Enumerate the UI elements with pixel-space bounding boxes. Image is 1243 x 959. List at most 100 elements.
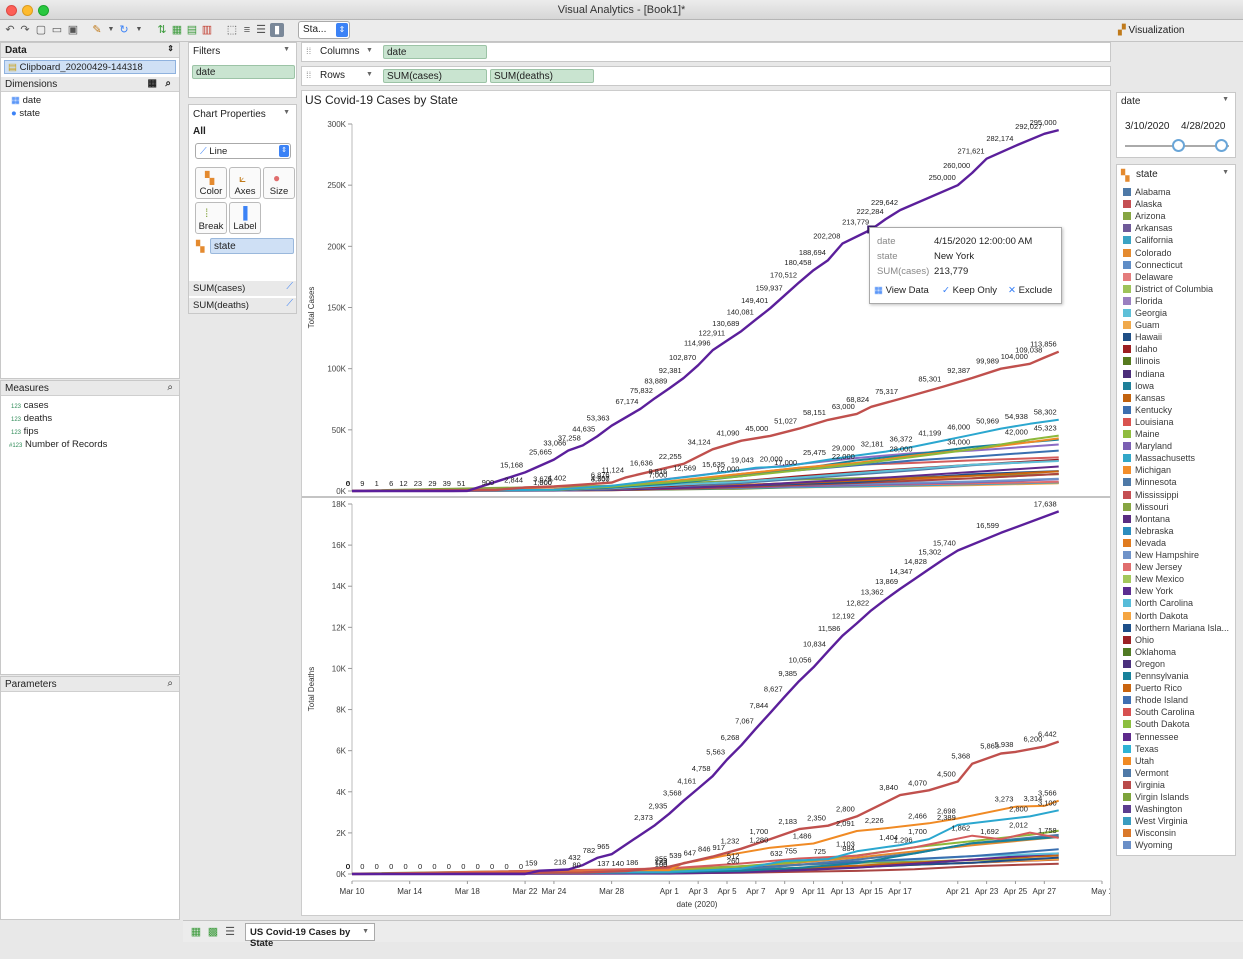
measure-item-number-of-records[interactable]: #123 Number of Records bbox=[9, 439, 107, 450]
chevron-down-icon[interactable]: ▼ bbox=[1222, 96, 1229, 103]
legend-item[interactable]: Minnesota bbox=[1123, 477, 1177, 489]
chevron-down-icon[interactable]: ▼ bbox=[1222, 169, 1229, 176]
legend-item[interactable]: Georgia bbox=[1123, 308, 1167, 320]
break-button[interactable]: ⁞ Break bbox=[195, 202, 227, 234]
grid-icon[interactable]: ▤ bbox=[185, 23, 199, 37]
rows-pill-deaths[interactable]: SUM(deaths) bbox=[490, 69, 594, 83]
new-dashboard-icon[interactable]: ▩ bbox=[206, 925, 220, 939]
legend-item[interactable]: Massachusetts bbox=[1123, 453, 1195, 465]
legend-item[interactable]: Hawaii bbox=[1123, 332, 1162, 344]
legend-item[interactable]: Nevada bbox=[1123, 538, 1166, 550]
legend-item[interactable]: Maine bbox=[1123, 429, 1160, 441]
data-source-item[interactable]: ▤ Clipboard_20200429-144318 bbox=[4, 60, 176, 74]
sheet-tab[interactable]: US Covid-19 Cases by State ▼ bbox=[245, 923, 375, 949]
chart-properties-scope[interactable]: All bbox=[193, 126, 206, 137]
measure-item-deaths[interactable]: 123 deaths bbox=[11, 413, 52, 424]
legend-item[interactable]: Illinois bbox=[1123, 356, 1160, 368]
legend-item[interactable]: Florida bbox=[1123, 296, 1163, 308]
state-color-pill[interactable]: state bbox=[210, 238, 294, 254]
legend-item[interactable]: Pennsylvania bbox=[1123, 671, 1189, 683]
legend-item[interactable]: Alaska bbox=[1123, 199, 1162, 211]
legend-item[interactable]: Vermont bbox=[1123, 768, 1169, 780]
fit-icon[interactable]: ⬚ bbox=[225, 23, 239, 37]
legend-item[interactable]: New Jersey bbox=[1123, 562, 1182, 574]
search-icon[interactable]: ⌕ bbox=[165, 78, 171, 89]
sort-icon[interactable]: ⇕ bbox=[167, 44, 174, 53]
legend-item[interactable]: Oklahoma bbox=[1123, 647, 1176, 659]
table-view-icon[interactable]: ▦ bbox=[148, 78, 157, 89]
new-sheet-icon[interactable]: ▢ bbox=[34, 23, 48, 37]
legend-item[interactable]: Alabama bbox=[1123, 187, 1171, 199]
legend-item[interactable]: Nebraska bbox=[1123, 526, 1174, 538]
measure-item-cases[interactable]: 123 cases bbox=[11, 400, 48, 411]
search-icon[interactable]: ⌕ bbox=[167, 678, 173, 689]
new-worksheet-icon[interactable]: ▦ bbox=[189, 925, 203, 939]
date-range-start-handle[interactable] bbox=[1172, 139, 1185, 152]
sheet-selector[interactable]: Sta... ⇕ bbox=[298, 21, 350, 39]
legend-item[interactable]: New Hampshire bbox=[1123, 550, 1199, 562]
legend-item[interactable]: Indiana bbox=[1123, 369, 1165, 381]
legend-item[interactable]: Michigan bbox=[1123, 465, 1171, 477]
search-icon[interactable]: ⌕ bbox=[167, 382, 173, 393]
legend-item[interactable]: New Mexico bbox=[1123, 574, 1184, 586]
legend-item[interactable]: Tennessee bbox=[1123, 732, 1179, 744]
undo-icon[interactable]: ↶ bbox=[3, 23, 17, 37]
legend-item[interactable]: Utah bbox=[1123, 756, 1154, 768]
axes-button[interactable]: ⟀ Axes bbox=[229, 167, 261, 199]
legend-item[interactable]: North Carolina bbox=[1123, 598, 1193, 610]
view-data-action[interactable]: ▦ View Data bbox=[874, 285, 929, 299]
filter-pill-date[interactable]: date bbox=[192, 65, 295, 79]
measure-item-fips[interactable]: 123 fips bbox=[11, 426, 38, 437]
label-button[interactable]: ▐ Label bbox=[229, 202, 261, 234]
color-button[interactable]: ▚ Color bbox=[195, 167, 227, 199]
legend-item[interactable]: Mississippi bbox=[1123, 490, 1179, 502]
sheet-list-icon[interactable]: ☰ bbox=[223, 925, 237, 939]
legend-item[interactable]: New York bbox=[1123, 586, 1173, 598]
show-me-icon[interactable]: ▦ bbox=[170, 23, 184, 37]
date-filter-to[interactable]: 4/28/2020 bbox=[1181, 121, 1233, 132]
legend-item[interactable]: South Dakota bbox=[1123, 719, 1190, 731]
legend-item[interactable]: Montana bbox=[1123, 514, 1170, 526]
legend-item[interactable]: Northern Mariana Isla... bbox=[1123, 623, 1229, 635]
legend-item[interactable]: Guam bbox=[1123, 320, 1160, 332]
legend-item[interactable]: Oregon bbox=[1123, 659, 1165, 671]
redo-icon[interactable]: ↷ bbox=[18, 23, 32, 37]
legend-item[interactable]: Rhode Island bbox=[1123, 695, 1188, 707]
legend-item[interactable]: Connecticut bbox=[1123, 260, 1183, 272]
measure-tab-cases[interactable]: SUM(cases) ⟋ bbox=[189, 281, 296, 296]
legend-item[interactable]: Virginia bbox=[1123, 780, 1165, 792]
legend-item[interactable]: Delaware bbox=[1123, 272, 1173, 284]
presentation-mode-icon[interactable]: ▮ bbox=[270, 23, 284, 37]
date-filter-from[interactable]: 3/10/2020 bbox=[1125, 121, 1177, 132]
swap-axes-icon[interactable]: ⇅ bbox=[155, 23, 169, 37]
exclude-action[interactable]: ✕ Exclude bbox=[1008, 285, 1052, 299]
dimension-item-date[interactable]: ▦ date bbox=[11, 95, 41, 106]
legend-item[interactable]: Kentucky bbox=[1123, 405, 1172, 417]
refresh-dropdown-icon[interactable]: ▼ bbox=[132, 23, 146, 37]
columns-pill-date[interactable]: date bbox=[383, 45, 487, 59]
legend-item[interactable]: South Carolina bbox=[1123, 707, 1195, 719]
save-icon[interactable]: ▣ bbox=[66, 23, 80, 37]
measure-tab-deaths[interactable]: SUM(deaths) ⟋ bbox=[189, 298, 296, 313]
dimension-item-state[interactable]: ● state bbox=[11, 108, 40, 119]
legend-item[interactable]: Wisconsin bbox=[1123, 828, 1176, 840]
legend-item[interactable]: Virgin Islands bbox=[1123, 792, 1189, 804]
legend-item[interactable]: Iowa bbox=[1123, 381, 1154, 393]
paint-dropdown-icon[interactable]: ▼ bbox=[104, 23, 118, 37]
chart-type-select[interactable]: ⟋ Line ⇕ bbox=[195, 143, 291, 159]
sort-asc-icon[interactable]: ≡ bbox=[240, 23, 254, 37]
legend-item[interactable]: Ohio bbox=[1123, 635, 1154, 647]
legend-item[interactable]: Maryland bbox=[1123, 441, 1172, 453]
size-button[interactable]: ● Size bbox=[263, 167, 295, 199]
legend-item[interactable]: Colorado bbox=[1123, 248, 1172, 260]
keep-only-action[interactable]: ✓ Keep Only bbox=[942, 285, 997, 299]
legend-item[interactable]: Missouri bbox=[1123, 502, 1169, 514]
legend-item[interactable]: Arkansas bbox=[1123, 223, 1173, 235]
legend-item[interactable]: Puerto Rico bbox=[1123, 683, 1182, 695]
chevron-down-icon[interactable]: ▼ bbox=[283, 46, 290, 53]
rows-pill-cases[interactable]: SUM(cases) bbox=[383, 69, 487, 83]
chevron-down-icon[interactable]: ▼ bbox=[366, 47, 373, 54]
legend-item[interactable]: Louisiana bbox=[1123, 417, 1174, 429]
legend-item[interactable]: Kansas bbox=[1123, 393, 1165, 405]
bar-chart-icon[interactable]: ▥ bbox=[200, 23, 214, 37]
